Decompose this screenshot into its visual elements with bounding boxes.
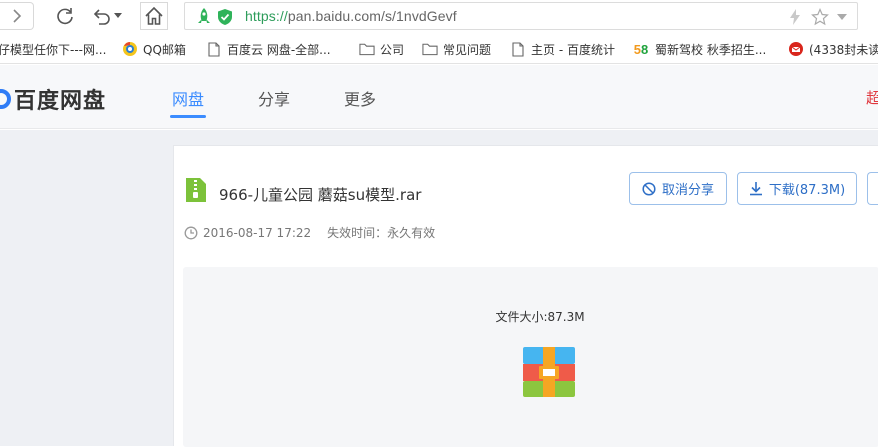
share-meta: 2016-08-17 17:22 失效时间：永久有效: [184, 224, 435, 241]
chevron-right-icon: [12, 9, 21, 23]
block-icon: [642, 181, 656, 196]
file-preview-area: [183, 267, 878, 447]
bookmark-item[interactable]: 仔模型任你下---网...: [0, 41, 106, 57]
header-promo-text[interactable]: 超: [866, 87, 878, 108]
bookmark-item[interactable]: 百度云 网盘-全部...: [206, 41, 331, 57]
address-bar[interactable]: https://pan.baidu.com/s/1nvdGevf: [184, 2, 858, 30]
bookmark-item[interactable]: 公司: [359, 41, 404, 57]
nav-more[interactable]: 更多: [344, 86, 376, 110]
reload-button[interactable]: [53, 3, 77, 29]
folder-icon: [359, 41, 375, 57]
folder-icon: [422, 41, 438, 57]
shared-file-name: 966-儿童公园 蘑菇su模型.rar: [219, 186, 422, 204]
site-logo-text[interactable]: 百度网盘: [14, 83, 106, 115]
secure-shield-icon: [218, 9, 232, 25]
browser-toolbar: https://pan.baidu.com/s/1nvdGevf: [0, 0, 878, 34]
undo-dropdown-button[interactable]: [113, 3, 123, 29]
more-actions-button[interactable]: [867, 172, 878, 205]
baidu-netdisk-logo-icon[interactable]: [0, 88, 12, 110]
share-card: 966-儿童公园 蘑菇su模型.rar 取消分享 下载(87.3M) 2016-…: [173, 145, 878, 447]
archive-file-icon: [523, 347, 575, 397]
reload-icon: [57, 8, 73, 25]
58-icon: 58: [633, 41, 649, 57]
home-icon: [145, 6, 163, 25]
zip-file-icon: [186, 178, 206, 202]
nav-active-indicator: [170, 115, 206, 118]
rocket-icon: [198, 8, 210, 23]
home-button[interactable]: [140, 2, 168, 30]
undo-icon: [93, 9, 110, 25]
bookmark-item[interactable]: 常见问题: [422, 41, 491, 57]
forward-button[interactable]: [0, 2, 34, 30]
undo-button[interactable]: [90, 3, 112, 29]
nav-netdisk[interactable]: 网盘: [172, 86, 204, 110]
url-text: https://pan.baidu.com/s/1nvdGevf: [245, 8, 457, 24]
bookmark-item[interactable]: 主页 - 百度统计: [510, 41, 615, 57]
clock-icon: [184, 226, 198, 239]
nav-share[interactable]: 分享: [258, 86, 290, 110]
caret-down-icon[interactable]: [837, 14, 847, 20]
document-icon: [510, 41, 526, 57]
cancel-share-button[interactable]: 取消分享: [629, 172, 727, 205]
mail-icon: [788, 41, 804, 57]
bookmark-item[interactable]: QQ邮箱: [122, 41, 186, 57]
bookmarks-bar: 仔模型任你下---网... QQ邮箱 百度云 网盘-全部... 公司 常见问题 …: [0, 34, 878, 64]
download-button[interactable]: 下载(87.3M): [737, 172, 857, 205]
lightning-icon[interactable]: [789, 9, 801, 25]
share-date: 2016-08-17 17:22: [203, 225, 312, 240]
download-icon: [749, 182, 762, 196]
share-expiry: 失效时间：永久有效: [327, 226, 436, 240]
bookmark-star-icon[interactable]: [811, 8, 829, 26]
file-size-text: 文件大小:87.3M: [495, 310, 585, 324]
site-header: 百度网盘 网盘 分享 更多 超: [0, 65, 878, 129]
caret-down-icon: [114, 13, 122, 18]
bookmark-item[interactable]: 58 蜀新驾校 秋季招生...: [632, 41, 767, 57]
bookmark-item[interactable]: (4338封未读: [788, 41, 878, 57]
qq-mail-icon: [122, 41, 138, 57]
document-icon: [206, 41, 222, 57]
